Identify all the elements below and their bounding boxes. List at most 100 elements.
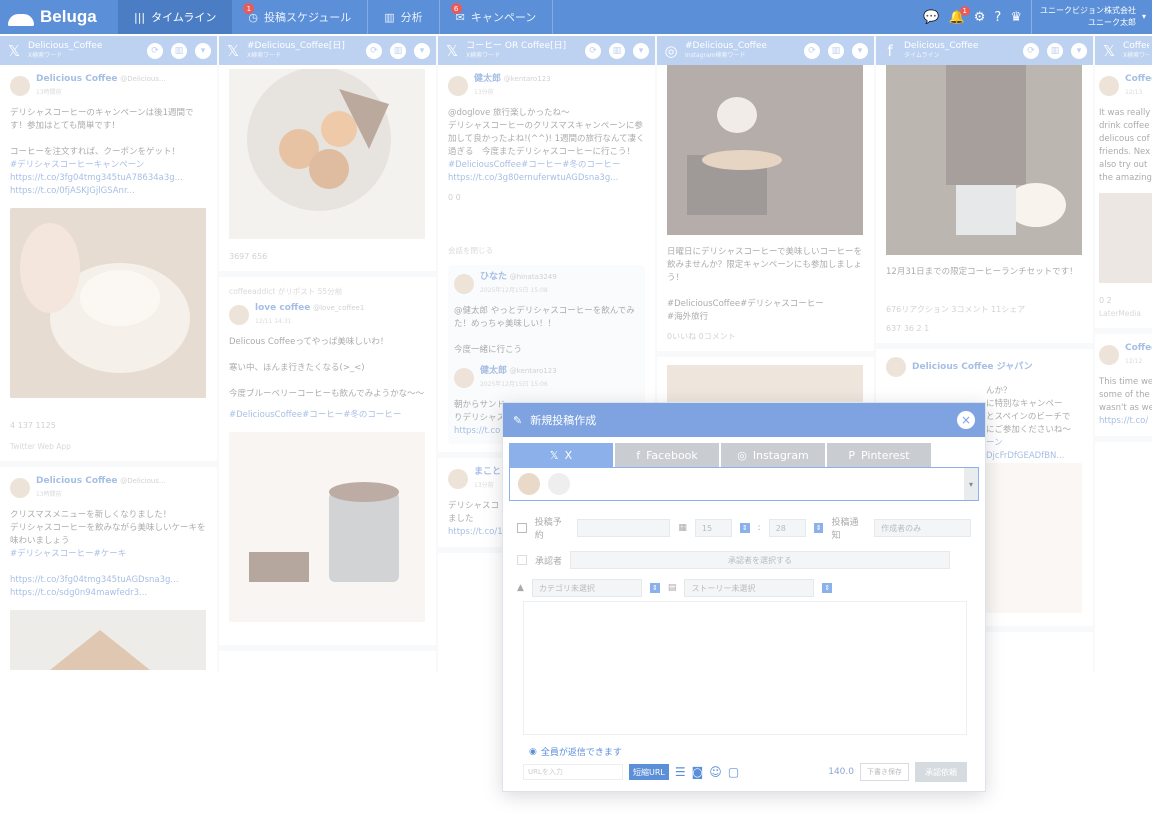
refresh-icon[interactable]: ⟳ [1023, 42, 1039, 59]
hour-stepper-icon[interactable]: ⇕ [740, 523, 750, 533]
post-links[interactable]: https://t.co/ [1099, 415, 1152, 428]
chart-icon[interactable]: ▥ [390, 42, 406, 59]
gear-icon[interactable]: ⚙ [974, 10, 986, 25]
post-author[interactable]: Delicious Coffee [36, 476, 118, 486]
chevron-down-icon[interactable]: ▾ [195, 42, 211, 59]
close-icon[interactable]: × [957, 411, 975, 429]
post-author[interactable]: まこと [474, 466, 501, 479]
minute-stepper-icon[interactable]: ⇕ [813, 523, 824, 533]
post-image[interactable] [667, 65, 863, 235]
chevron-down-icon[interactable]: ▾ [633, 42, 649, 59]
post-author[interactable]: Delicious Coffee ジャパン [912, 361, 1033, 374]
category-select[interactable]: カテゴリ未選択 [531, 579, 642, 597]
tab-timeline[interactable]: ||| タイムライン [118, 0, 233, 34]
story-dropdown-icon[interactable]: ⇕ [822, 583, 833, 593]
emoji-icon[interactable]: ☺ [709, 765, 722, 779]
chevron-down-icon[interactable]: ▾ [1071, 42, 1087, 59]
request-approval-button[interactable]: 承認依頼 [915, 762, 967, 782]
beluga-logo[interactable]: Beluga [0, 0, 118, 34]
chevron-down-icon[interactable]: ▾ [964, 468, 978, 500]
list-icon[interactable]: ☰ [675, 765, 686, 779]
refresh-icon[interactable]: ⟳ [804, 42, 820, 59]
tab-pinterest[interactable]: P Pinterest [827, 443, 931, 467]
date-input[interactable] [577, 519, 671, 537]
chart-icon[interactable]: ▥ [1047, 42, 1063, 59]
camera-icon[interactable]: ◙ [692, 765, 704, 779]
chevron-down-icon[interactable]: ▾ [414, 42, 430, 59]
post-author[interactable]: Delicious Coffee [36, 74, 118, 84]
list-item[interactable]: Delicious Coffee @Delicious... 13時間前 クリス… [0, 467, 217, 672]
chat-icon[interactable]: 💬 [923, 10, 939, 25]
chart-icon[interactable]: ▥ [609, 42, 625, 59]
chevron-down-icon[interactable]: ▾ [852, 42, 868, 59]
list-item[interactable]: Coffee 12/12 This time we some of the wa… [1095, 334, 1152, 442]
account-picker[interactable]: ▾ [509, 467, 979, 501]
new-post-dialog: ✎ 新規投稿作成 × 𝕏 X f Facebook ◎ Instagram P … [502, 402, 986, 792]
post-image[interactable] [229, 432, 426, 622]
tab-campaign[interactable]: ✉ 6 キャンペーン [440, 0, 553, 34]
url-input[interactable]: URLを入力 [523, 764, 623, 780]
shorten-url-button[interactable]: 短縮URL [629, 764, 669, 780]
list-item[interactable]: 3697 656 [219, 65, 436, 277]
help-icon[interactable]: ? [994, 10, 1001, 25]
avatar[interactable] [548, 473, 570, 495]
post-image[interactable] [229, 67, 425, 239]
post-image[interactable] [886, 65, 1082, 255]
post-tags[interactable]: #DeliciousCoffee#コーヒー#冬のコーヒー [229, 409, 426, 422]
notify-select[interactable]: 作成者のみ [874, 519, 971, 537]
avatar[interactable] [518, 473, 540, 495]
refresh-icon[interactable]: ⟳ [366, 42, 382, 59]
post-actions[interactable]: 4 137 1125 [10, 419, 207, 432]
close-thread-button[interactable]: 会話を閉じる [448, 244, 645, 257]
post-image[interactable] [1099, 193, 1152, 283]
chart-icon[interactable]: ▥ [828, 42, 844, 59]
reply-setting[interactable]: ◉ 全員が返信できます [529, 745, 622, 759]
post-links[interactable]: #デリシャスコーヒー#ケーキ https://t.co/3fg04tmg345t… [10, 548, 207, 600]
chart-icon[interactable]: ▥ [171, 42, 187, 59]
post-time: 13分前 [474, 482, 494, 489]
list-item[interactable]: Coffee 12/13 It was really drink coffee … [1095, 65, 1152, 334]
story-select[interactable]: ストーリー未選択 [684, 579, 815, 597]
bell-icon[interactable]: 🔔 1 [949, 5, 970, 25]
post-author[interactable]: ひなた [480, 272, 507, 282]
post-actions[interactable]: 0 0 [448, 191, 645, 204]
approver-select-button[interactable]: 承認者を選択する [570, 551, 951, 569]
tab-facebook[interactable]: f Facebook [615, 443, 719, 467]
post-links[interactable]: #DeliciousCoffee#コーヒー#冬のコーヒー https://t.c… [448, 159, 645, 185]
minute-value: 28 [775, 523, 786, 533]
list-item[interactable]: 健太郎 @kentaro123 13分前 @doglove 旅行楽しかったね〜 … [438, 65, 655, 458]
post-image[interactable] [10, 610, 207, 670]
tab-instagram[interactable]: ◎ Instagram [721, 443, 825, 467]
schedule-checkbox[interactable] [517, 523, 527, 533]
post-actions[interactable]: 0 2 [1099, 294, 1152, 307]
minute-select[interactable]: 28 [768, 519, 806, 537]
post-image[interactable] [10, 208, 207, 398]
refresh-icon[interactable]: ⟳ [585, 42, 601, 59]
post-author[interactable]: Coffee [1125, 73, 1152, 86]
tab-x[interactable]: 𝕏 X [509, 443, 613, 467]
post-author[interactable]: love coffee [255, 303, 310, 313]
post-author[interactable]: Coffee [1125, 342, 1152, 355]
list-item[interactable]: 日曜日にデリシャスコーヒーで美味しいコーヒーを飲みませんか？限定キャンペーンにも… [657, 65, 874, 357]
post-actions[interactable]: 0いいね 0コメント [667, 330, 864, 343]
hour-select[interactable]: 15 [694, 519, 733, 537]
post-author[interactable]: 健太郎 [480, 366, 507, 376]
tab-analytics[interactable]: ▥ 分析 [368, 0, 438, 34]
crown-icon[interactable]: ♛ [1010, 10, 1022, 25]
approver-checkbox[interactable] [517, 555, 527, 565]
tab-schedule[interactable]: ◷ 1 投稿スケジュール [232, 0, 367, 34]
list-item[interactable]: 12月31日までの限定コーヒーランチセットです！ 676リアクション 3コメント… [876, 65, 1093, 349]
category-dropdown-icon[interactable]: ⇕ [649, 583, 660, 593]
post-actions[interactable]: 676リアクション 3コメント 11シェア [886, 303, 1083, 316]
post-author[interactable]: 健太郎 [474, 74, 501, 84]
list-item[interactable]: Delicious Coffee @Delicious... 13時間前 デリシ… [0, 65, 217, 467]
calendar-icon[interactable]: ▦ [678, 523, 687, 533]
save-draft-button[interactable]: 下書き保存 [860, 763, 909, 781]
account-menu[interactable]: ユニークビジョン株式会社 ユニーク太郎 ▾ [1030, 0, 1146, 34]
post-actions[interactable]: 3697 656 [229, 250, 426, 263]
refresh-icon[interactable]: ⟳ [147, 42, 163, 59]
add-media-icon[interactable]: ▢ [728, 765, 739, 779]
list-item[interactable]: coffeeaddict がリポスト 55分前 love coffee @lov… [219, 277, 436, 651]
post-links[interactable]: #デリシャスコーヒーキャンペーン https://t.co/3fg04tmg34… [10, 159, 207, 198]
post-body-textarea[interactable] [523, 601, 967, 735]
